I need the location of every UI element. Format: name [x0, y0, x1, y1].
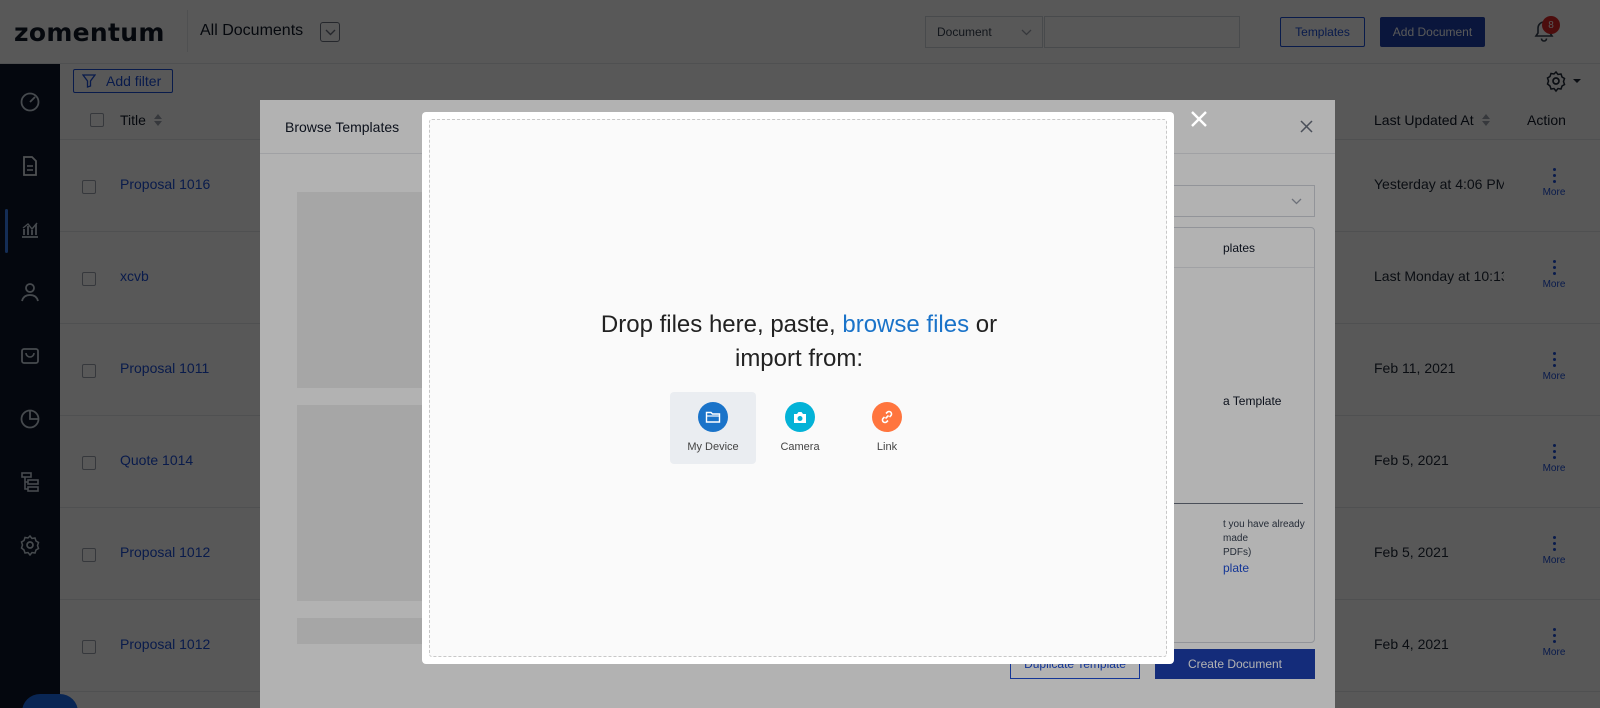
import-sources: My Device Camera Link [670, 392, 930, 464]
browse-files-link[interactable]: browse files [842, 311, 969, 338]
source-my-device[interactable]: My Device [670, 392, 756, 464]
drop-instructions: Drop files here, paste, browse files or … [430, 308, 1168, 376]
file-upload-dialog: Drop files here, paste, browse files or … [422, 112, 1174, 664]
source-camera[interactable]: Camera [757, 392, 843, 464]
drop-text-line2: import from: [734, 345, 863, 372]
drop-zone[interactable]: Drop files here, paste, browse files or … [429, 119, 1167, 657]
source-label: Link [876, 441, 898, 453]
camera-icon [785, 402, 815, 432]
drop-text-end: or [969, 311, 998, 338]
source-label: My Device [687, 441, 739, 453]
link-icon [872, 402, 902, 432]
source-link[interactable]: Link [844, 392, 930, 464]
folder-icon [698, 402, 728, 432]
close-icon[interactable] [1190, 110, 1208, 128]
drop-text-start: Drop files here, paste, [600, 311, 843, 338]
source-label: Camera [780, 441, 820, 453]
